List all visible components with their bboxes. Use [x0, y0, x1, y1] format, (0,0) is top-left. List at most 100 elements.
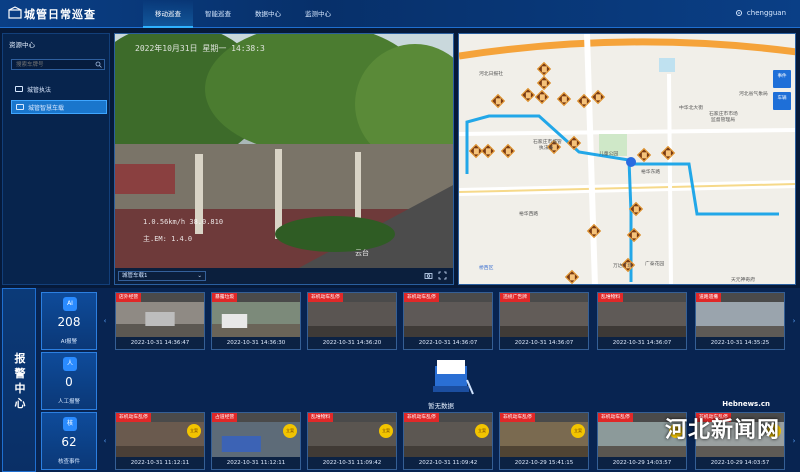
- camera-snapshot-icon[interactable]: [424, 271, 433, 280]
- event-time: 2022-10-29 14:03:57: [696, 457, 784, 469]
- alert-time: 2022-10-31 14:36:20: [308, 337, 396, 349]
- event-card[interactable]: 非机动车乱停 立案 2022-10-29 15:41:15: [499, 412, 589, 470]
- ai-alert-card[interactable]: 违规广告牌 2022-10-31 14:36:07: [499, 292, 589, 350]
- map-label: 监督管理局: [711, 118, 735, 123]
- map-label: 天元神奇府: [731, 278, 755, 283]
- map-label: 儿童公园: [599, 152, 619, 157]
- ai-alert-card[interactable]: 暴露垃圾 2022-10-31 14:36:30: [211, 292, 301, 350]
- alarm-center-panel: 报警中心: [2, 288, 36, 472]
- watermark-logo: 河北新闻网: [664, 418, 780, 443]
- map-label: 万达广场: [613, 264, 633, 269]
- alert-time: 2022-10-31 14:36:07: [500, 337, 588, 349]
- gear-icon: [735, 10, 742, 16]
- case-filed-stamp: 立案: [379, 424, 393, 438]
- case-filed-stamp: 立案: [283, 424, 297, 438]
- ai-alert-card[interactable]: 店外经营 2022-10-31 14:36:47: [115, 292, 205, 350]
- events-prev-icon[interactable]: ‹: [101, 412, 109, 470]
- main-nav: 移动巡查 智能巡查 数据中心 监测中心: [143, 0, 343, 28]
- alert-tag: 违规广告牌: [500, 293, 530, 302]
- fullscreen-icon[interactable]: [438, 271, 447, 280]
- nav-smart-patrol[interactable]: 智能巡查: [193, 0, 243, 28]
- clipboard-icon: 核: [63, 417, 77, 431]
- sidebar-item-smart-vehicle[interactable]: 城管智慧车载: [11, 100, 107, 114]
- video-toolbar: 城管车载1 ⌄: [115, 268, 453, 284]
- camera-select[interactable]: 城管车载1 ⌄: [118, 271, 206, 281]
- username: chengguan: [746, 9, 786, 17]
- watermark-url: Hebnews.cn: [722, 400, 770, 408]
- nav-monitor-center[interactable]: 监测中心: [293, 0, 343, 28]
- stat-verified-events[interactable]: 核 62 核查事件: [41, 412, 97, 470]
- map-label: 河北日报社: [479, 72, 503, 77]
- alert-tag: 暴露垃圾: [212, 293, 238, 302]
- event-card[interactable]: 非机动车乱停 立案 2022-10-31 11:12:11: [115, 412, 205, 470]
- alert-tag: 店外经营: [116, 293, 142, 302]
- stat-ai-alarm[interactable]: AI 208 AI报警: [41, 292, 97, 350]
- case-filed-stamp: 立案: [187, 424, 201, 438]
- alert-snapshot: [404, 302, 492, 339]
- ai-alerts-next-icon[interactable]: ›: [790, 292, 798, 350]
- event-tag: 非机动车乱停: [500, 413, 535, 422]
- alert-snapshot: [116, 302, 204, 339]
- stat-label: 人工报警: [57, 399, 80, 405]
- alert-time: 2022-10-31 14:36:47: [116, 337, 204, 349]
- alert-snapshot: [212, 302, 300, 339]
- vehicle-icon: [16, 104, 24, 110]
- sidebar-title: 资源中心: [9, 41, 35, 49]
- stat-value: 208: [57, 315, 81, 329]
- alert-time: 2022-10-31 14:36:30: [212, 337, 300, 349]
- event-time: 2022-10-31 11:09:42: [308, 457, 396, 469]
- map-vehicles-button[interactable]: 车辆: [773, 92, 791, 110]
- ai-alert-card[interactable]: 非机动车乱停 2022-10-31 14:36:20: [307, 292, 397, 350]
- ai-alerts-prev-icon[interactable]: ‹: [101, 292, 109, 350]
- map-roads: [459, 34, 795, 284]
- alert-tag: 乱堆物料: [598, 293, 624, 302]
- vehicle-icon: [15, 86, 23, 92]
- alert-tag: 非机动车乱停: [308, 293, 343, 302]
- camera-select-value: 城管车载1: [122, 273, 148, 279]
- ai-icon: AI: [63, 297, 77, 311]
- nav-mobile-patrol[interactable]: 移动巡查: [143, 0, 193, 28]
- map-label: 中华北大街: [679, 106, 703, 111]
- alert-tag: 非机动车乱停: [404, 293, 439, 302]
- event-time: 2022-10-29 14:03:57: [598, 457, 686, 469]
- app-title: 城管日常巡查: [24, 8, 96, 21]
- events-next-icon[interactable]: ›: [790, 412, 798, 470]
- alert-tag: 道路遗撒: [696, 293, 722, 302]
- map-label: 桥西区: [479, 266, 494, 271]
- alert-snapshot: [598, 302, 686, 339]
- stat-manual-alarm[interactable]: 人 0 人工报警: [41, 352, 97, 410]
- case-filed-stamp: 立案: [571, 424, 585, 438]
- patrol-map[interactable]: 河北日报社 裕华西路 石家庄市城管 执法局 裕华东路 儿童公园 中华北大街 万达…: [458, 33, 796, 285]
- sidebar-item-enforcement[interactable]: 城管执法: [11, 82, 107, 96]
- ai-alert-card[interactable]: 道路遗撒 2022-10-31 14:35:25: [695, 292, 785, 350]
- video-feed[interactable]: 2022年10月31日 星期一 14:38:3 1.0.56km/h 38.0.…: [114, 33, 454, 285]
- event-tag: 乱堆物料: [308, 413, 334, 422]
- sidebar-item-label: 城管执法: [27, 86, 52, 94]
- alert-snapshot: [308, 302, 396, 339]
- nav-data-center[interactable]: 数据中心: [243, 0, 293, 28]
- event-time: 2022-10-31 11:12:11: [212, 457, 300, 469]
- search-icon[interactable]: [95, 61, 102, 68]
- event-card[interactable]: 占道经营 立案 2022-10-31 11:12:11: [211, 412, 301, 470]
- map-label: 裕华西路: [519, 212, 539, 217]
- map-events-button[interactable]: 事件: [773, 70, 791, 88]
- sidebar-item-label: 城管智慧车载: [28, 104, 65, 112]
- map-label: 河北省气象局: [739, 92, 768, 97]
- city-logo-icon: [8, 6, 22, 19]
- event-card[interactable]: 非机动车乱停 立案 2022-10-31 11:09:42: [403, 412, 493, 470]
- event-tag: 非机动车乱停: [116, 413, 151, 422]
- alert-time: 2022-10-31 14:36:07: [598, 337, 686, 349]
- alert-time: 2022-10-31 14:36:07: [404, 337, 492, 349]
- alert-snapshot: [500, 302, 588, 339]
- ai-alert-card[interactable]: 非机动车乱停 2022-10-31 14:36:07: [403, 292, 493, 350]
- search-input[interactable]: [12, 60, 96, 70]
- event-time: 2022-10-31 11:09:42: [404, 457, 492, 469]
- event-card[interactable]: 乱堆物料 立案 2022-10-31 11:09:42: [307, 412, 397, 470]
- stat-value: 0: [65, 375, 73, 389]
- alert-time: 2022-10-31 14:35:25: [696, 337, 784, 349]
- video-osd-speed: 1.0.56km/h 38.0.810: [143, 218, 224, 226]
- video-watermark: 云台: [355, 249, 369, 257]
- ai-alert-card[interactable]: 乱堆物料 2022-10-31 14:36:07: [597, 292, 687, 350]
- user-menu[interactable]: chengguan: [735, 9, 786, 17]
- top-bar: 城管日常巡查 移动巡查 智能巡查 数据中心 监测中心 chengguan: [0, 0, 800, 28]
